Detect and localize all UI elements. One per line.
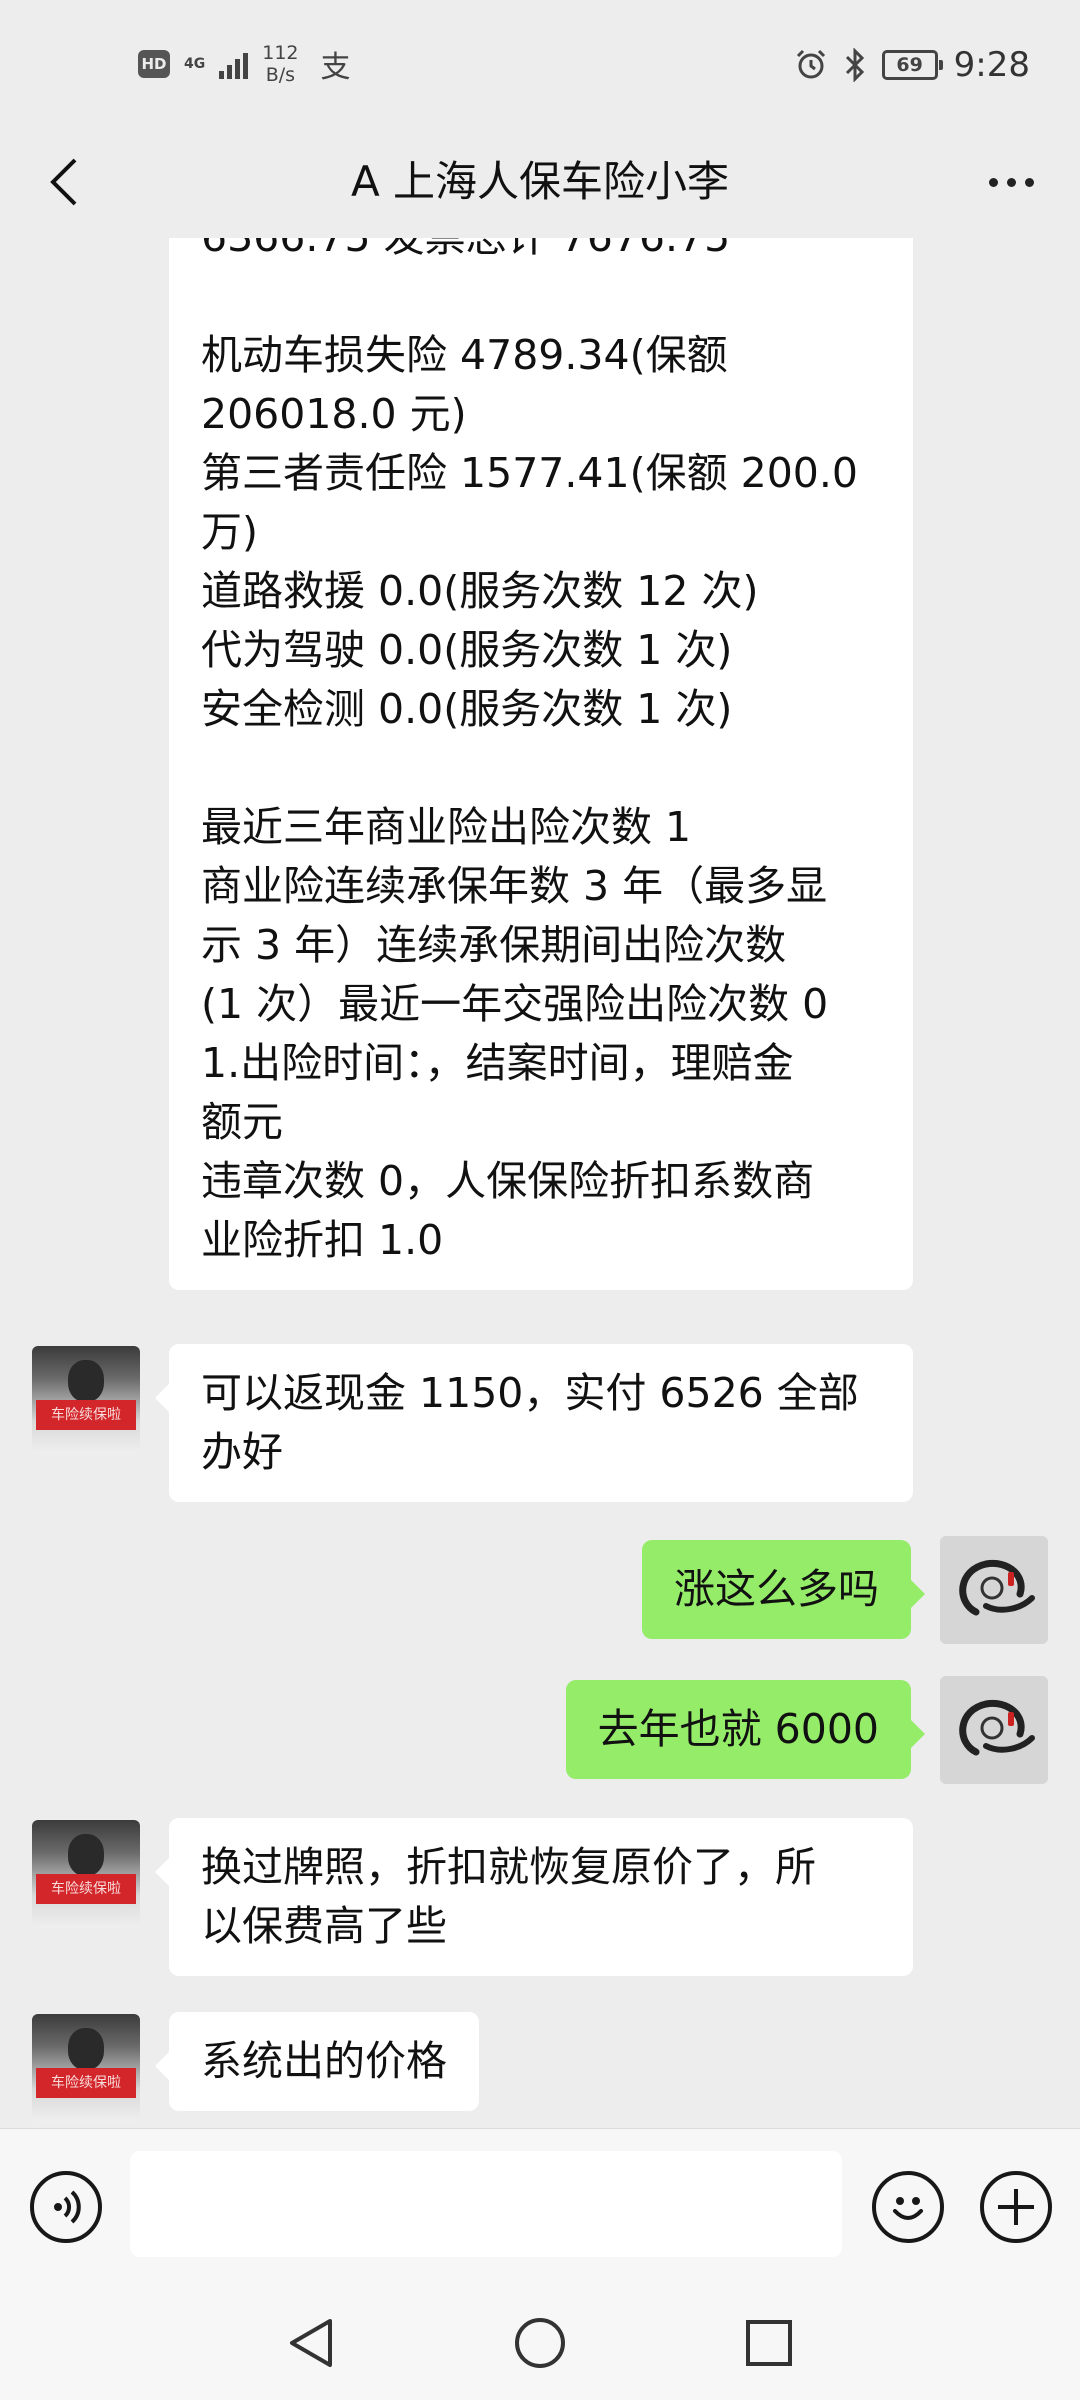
home-circle-icon	[515, 2318, 565, 2368]
agent-avatar[interactable]: 车险续保啦	[32, 2014, 140, 2122]
ink-portrait-icon	[959, 1699, 1035, 1756]
network-type: 4G	[184, 56, 206, 72]
hd-voice-badge: HD	[138, 50, 170, 78]
back-arrow-icon	[50, 158, 77, 206]
message-bubble-incoming[interactable]: 换过牌照，折扣就恢复原价了，所 以保费高了些	[155, 1818, 913, 1976]
message-bubble-incoming[interactable]: 可以返现金 1150，实付 6526 全部 办好	[155, 1344, 913, 1502]
nav-recents-button[interactable]	[734, 2308, 804, 2378]
recents-square-icon	[746, 2320, 792, 2366]
more-functions-button[interactable]	[980, 2171, 1052, 2243]
plus-icon	[998, 2189, 1034, 2225]
nav-back-button[interactable]	[275, 2308, 345, 2378]
clock: 9:28	[953, 45, 1030, 85]
message-bubble-outgoing[interactable]: 涨这么多吗	[642, 1540, 925, 1639]
emoji-icon	[893, 2197, 923, 2220]
alarm-icon	[796, 49, 825, 79]
back-triangle-icon	[290, 2319, 332, 2367]
agent-avatar[interactable]: 车险续保啦	[32, 1346, 140, 1454]
more-options-icon[interactable]	[976, 152, 1046, 212]
nav-home-button[interactable]	[505, 2308, 575, 2378]
ink-portrait-icon	[959, 1559, 1035, 1616]
message-input[interactable]	[130, 2151, 842, 2257]
network-speed: 112 B/s	[262, 42, 298, 86]
bluetooth-icon	[845, 48, 864, 82]
message-bubble-outgoing[interactable]: 去年也就 6000	[565, 1680, 926, 1779]
voice-icon	[54, 2190, 81, 2224]
emoji-button[interactable]	[872, 2171, 944, 2243]
alipay-icon: 支	[320, 50, 351, 85]
message-list[interactable]: 6366.75 发票总计 7676.75 机动车损失险 4789.34(保额 2…	[0, 238, 1080, 2128]
chat-header: A 上海人保车险小李	[0, 126, 1080, 238]
input-bar	[0, 2128, 1080, 2284]
chat-title: A 上海人保车险小李	[350, 157, 730, 206]
signal-strength-icon	[219, 49, 249, 79]
network-speed-value: 112	[262, 42, 299, 64]
message-bubble-incoming[interactable]: 6366.75 发票总计 7676.75 机动车损失险 4789.34(保额 2…	[169, 238, 913, 1290]
avatar-banner-text: 车险续保啦	[36, 1874, 136, 1904]
avatar-banner-text: 车险续保啦	[36, 1400, 136, 1430]
system-navigation-bar	[0, 2284, 1080, 2400]
battery-indicator: 69	[881, 50, 943, 80]
status-bar: HD 4G 112 B/s 支 69 9:28	[0, 0, 1080, 126]
back-button[interactable]	[34, 152, 94, 212]
message-bubble-incoming[interactable]: 系统出的价格	[155, 2012, 479, 2111]
voice-input-button[interactable]	[30, 2171, 102, 2243]
agent-avatar[interactable]: 车险续保啦	[32, 1820, 140, 1928]
my-avatar[interactable]	[940, 1676, 1048, 1784]
my-avatar[interactable]	[940, 1536, 1048, 1644]
avatar-banner-text: 车险续保啦	[36, 2068, 136, 2098]
network-speed-unit: B/s	[265, 64, 296, 86]
